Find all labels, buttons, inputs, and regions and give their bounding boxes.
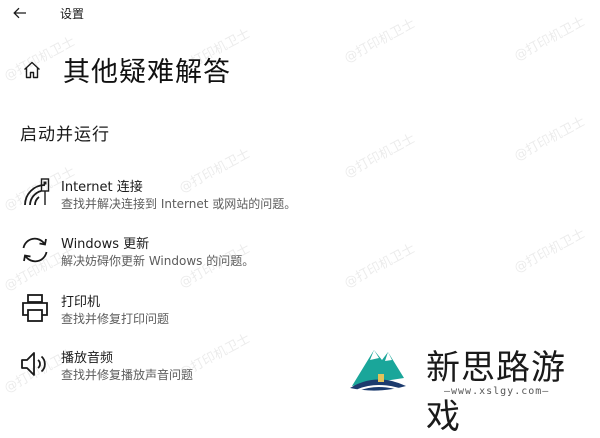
wifi-icon xyxy=(18,176,52,210)
home-icon xyxy=(24,61,40,79)
app-title: 设置 xyxy=(60,7,85,21)
home-button[interactable] xyxy=(20,58,44,82)
brand-logo-icon xyxy=(350,350,406,391)
troubleshooter-audio[interactable]: 播放音频 查找并修复播放声音问题 xyxy=(16,347,376,391)
item-name: Internet 连接 xyxy=(61,180,143,195)
item-name: Windows 更新 xyxy=(61,237,150,252)
title-bar: 设置 xyxy=(0,0,600,26)
item-description: 解决妨碍你更新 Windows 的问题。 xyxy=(61,254,255,268)
section-title: 启动并运行 xyxy=(20,125,110,145)
item-name: 打印机 xyxy=(61,295,101,310)
troubleshooter-windows-update[interactable]: Windows 更新 解决妨碍你更新 Windows 的问题。 xyxy=(16,233,376,277)
brand-url: —www.xslgy.com— xyxy=(444,386,550,397)
item-description: 查找并解决连接到 Internet 或网站的问题。 xyxy=(61,197,297,211)
watermark: @打印机卫士 xyxy=(511,114,588,165)
item-description: 查找并修复打印问题 xyxy=(61,312,170,326)
printer-icon xyxy=(18,291,52,325)
speaker-icon xyxy=(18,347,52,381)
back-arrow-icon xyxy=(13,7,26,19)
troubleshooter-printer[interactable]: 打印机 查找并修复打印问题 xyxy=(16,291,376,335)
item-name: 播放音频 xyxy=(61,351,114,366)
update-icon xyxy=(18,233,52,267)
watermark: @打印机卫士 xyxy=(341,131,418,182)
item-description: 查找并修复播放声音问题 xyxy=(61,368,194,382)
watermark: @打印机卫士 xyxy=(511,226,588,277)
troubleshooter-internet[interactable]: Internet 连接 查找并解决连接到 Internet 或网站的问题。 xyxy=(16,176,376,220)
brand-watermark: 新思路游戏 —www.xslgy.com— xyxy=(348,330,600,437)
page-title: 其他疑难解答 xyxy=(63,57,231,88)
back-button[interactable] xyxy=(8,2,32,24)
